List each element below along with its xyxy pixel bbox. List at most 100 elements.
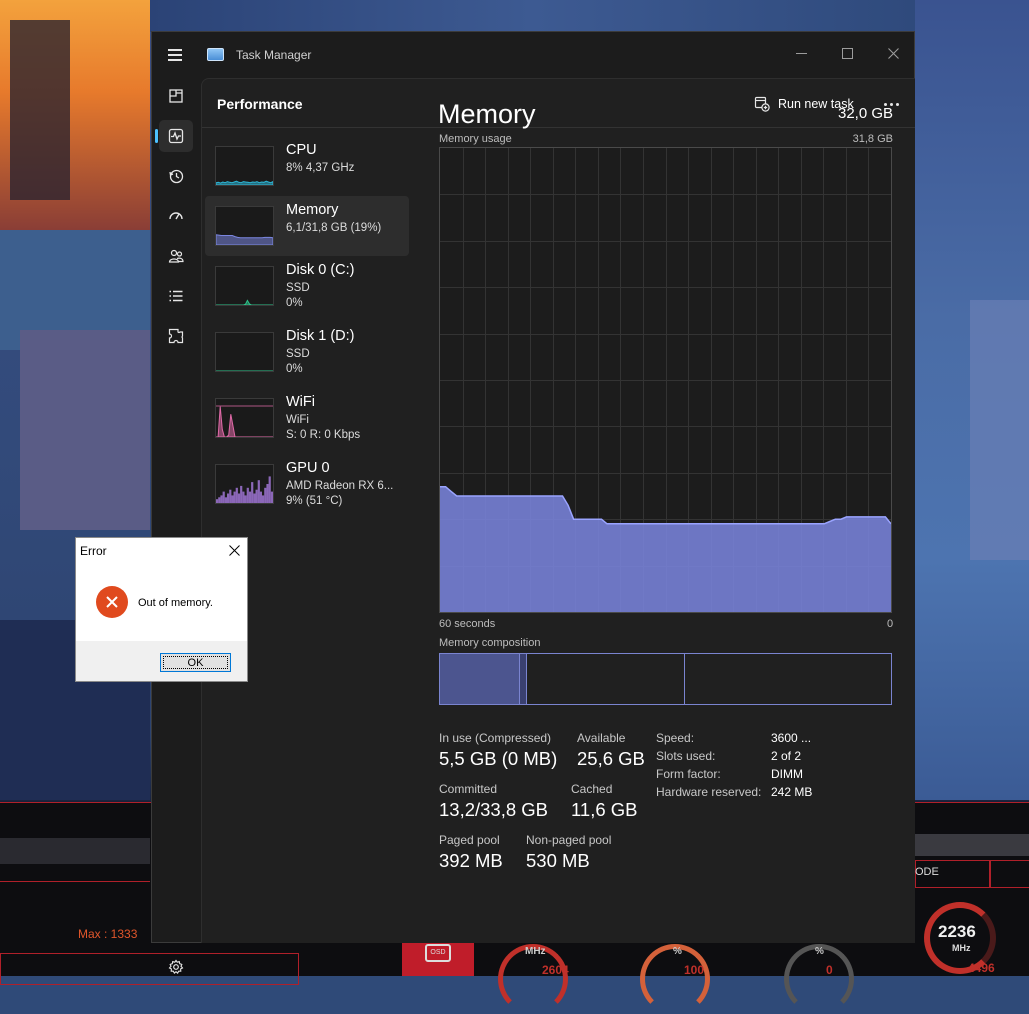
resource-detail: WiFi xyxy=(286,414,309,426)
osd-monitor-icon[interactable]: OSD xyxy=(425,944,451,962)
graph-time-left: 60 seconds xyxy=(439,618,496,630)
error-icon xyxy=(96,586,128,618)
thumbnail-bar xyxy=(235,487,238,503)
slots-label: Slots used: xyxy=(656,749,716,763)
cpu-thumbnail xyxy=(215,146,274,186)
thumbnail-bar xyxy=(237,493,241,503)
resource-item-cpu[interactable]: CPU 8% 4,37 GHz xyxy=(205,136,409,196)
thumbnail-bar xyxy=(257,480,260,503)
nav-processes[interactable] xyxy=(159,80,193,112)
thumbnail-bar xyxy=(244,495,247,503)
available-label: Available xyxy=(577,731,626,745)
memory-heading: Memory xyxy=(438,99,536,129)
close-icon xyxy=(228,544,240,556)
disk1-thumbnail xyxy=(215,332,274,372)
performance-page: Performance Run new task CPU 8% 4,37 GHz… xyxy=(201,78,915,943)
gauge-value: 2236 xyxy=(938,922,976,941)
osd-mode-box[interactable] xyxy=(989,860,1029,888)
dialog-close-button[interactable] xyxy=(222,540,246,560)
maximize-icon xyxy=(841,47,853,59)
thumbnail-area xyxy=(216,180,273,185)
thumbnail-bar xyxy=(266,484,269,503)
task-manager-window: Task Manager Performance Run new task CP… xyxy=(151,31,915,974)
thumbnail-bar xyxy=(251,482,254,503)
resource-detail: S: 0 R: 0 Kbps xyxy=(286,429,361,441)
resource-name: Memory xyxy=(286,202,339,218)
gauge-value: 2604 xyxy=(542,963,569,977)
resource-item-memory[interactable]: Memory 6,1/31,8 GB (19%) xyxy=(205,196,409,256)
thumbnail-bar xyxy=(224,497,227,503)
resource-detail: 8% 4,37 GHz xyxy=(286,162,355,174)
gauge-unit: MHz xyxy=(525,946,546,957)
osd-panel xyxy=(0,838,150,864)
thumbnail-bar xyxy=(253,493,256,503)
nav-users[interactable] xyxy=(159,240,193,272)
active-indicator xyxy=(155,129,158,143)
nav-performance[interactable] xyxy=(155,120,193,152)
nonpaged-pool-label: Non-paged pool xyxy=(526,833,612,847)
resource-name: WiFi xyxy=(286,394,315,410)
ok-button[interactable]: OK xyxy=(160,653,231,672)
hardware-reserved-label: Hardware reserved: xyxy=(656,785,762,799)
resource-item-gpu0[interactable]: GPU 0 AMD Radeon RX 6... 9% (51 °C) xyxy=(205,454,409,514)
speed-value: 3600 ... xyxy=(771,731,812,745)
composition-in-use xyxy=(440,654,519,704)
hamburger-menu-icon[interactable] xyxy=(168,49,182,61)
cached-value: 11,6 GB xyxy=(571,799,638,820)
thumbnail-bar xyxy=(220,495,223,503)
paged-pool-value: 392 MB xyxy=(439,850,503,871)
resource-detail: 6,1/31,8 GB (19%) xyxy=(286,222,382,234)
resource-item-disk1[interactable]: Disk 1 (D:) SSD 0% xyxy=(205,322,409,382)
committed-value: 13,2/33,8 GB xyxy=(439,799,549,820)
thumbnail-bar xyxy=(270,491,273,503)
resource-detail: AMD Radeon RX 6... xyxy=(286,480,394,492)
thumbnail-area xyxy=(216,299,273,305)
wallpaper-shape xyxy=(20,330,150,530)
resource-name: Disk 0 (C:) xyxy=(286,262,355,278)
thumbnail-area xyxy=(216,234,273,245)
memory-usage-chart xyxy=(440,148,891,612)
title-bar[interactable]: Task Manager xyxy=(152,32,914,78)
details-icon xyxy=(169,290,183,302)
committed-label: Committed xyxy=(439,782,498,796)
speed-label: Speed: xyxy=(656,731,695,745)
thumbnail-bar xyxy=(259,491,262,503)
maximize-button[interactable] xyxy=(832,40,862,66)
thumbnail-bar xyxy=(242,491,245,503)
resource-item-wifi[interactable]: WiFi WiFi S: 0 R: 0 Kbps xyxy=(205,388,409,448)
resource-detail: 0% xyxy=(286,363,303,375)
available-value: 25,6 GB xyxy=(577,748,645,769)
graph-time-right: 0 xyxy=(887,618,894,630)
close-icon xyxy=(887,47,899,59)
settings-gear-icon[interactable] xyxy=(168,959,184,975)
nav-app-history[interactable] xyxy=(159,160,193,192)
startup-icon xyxy=(169,212,183,220)
thumbnail-bar xyxy=(229,489,232,503)
wallpaper-shape xyxy=(10,20,70,200)
memory-total: 32,0 GB xyxy=(838,105,894,122)
wifi-thumbnail xyxy=(215,398,274,438)
memory-usage-label: Memory usage xyxy=(439,133,512,145)
run-task-icon xyxy=(754,96,770,112)
gauge-value: 0 xyxy=(826,963,833,977)
nav-details[interactable] xyxy=(159,280,193,312)
nav-services[interactable] xyxy=(159,320,193,352)
memory-composition-label: Memory composition xyxy=(439,637,541,649)
thumbnail-bar xyxy=(231,495,234,503)
gauge-max: 4496 xyxy=(968,961,995,975)
page-title: Performance xyxy=(217,96,303,112)
close-button[interactable] xyxy=(878,40,908,66)
in-use-label: In use (Compressed) xyxy=(439,731,552,745)
thumbnail-bar xyxy=(227,493,230,503)
nav-startup-apps[interactable] xyxy=(159,200,193,232)
thumbnail-bar xyxy=(218,497,221,503)
error-dialog: Error Out of memory. OK xyxy=(75,537,248,682)
resource-item-disk0[interactable]: Disk 0 (C:) SSD 0% xyxy=(205,256,409,316)
thumbnail-bar xyxy=(264,487,267,503)
resource-name: GPU 0 xyxy=(286,460,330,476)
processes-icon xyxy=(169,89,183,103)
dialog-message: Out of memory. xyxy=(138,597,213,609)
minimize-button[interactable] xyxy=(786,40,816,66)
resource-detail: SSD xyxy=(286,348,310,360)
form-factor-label: Form factor: xyxy=(656,767,721,781)
